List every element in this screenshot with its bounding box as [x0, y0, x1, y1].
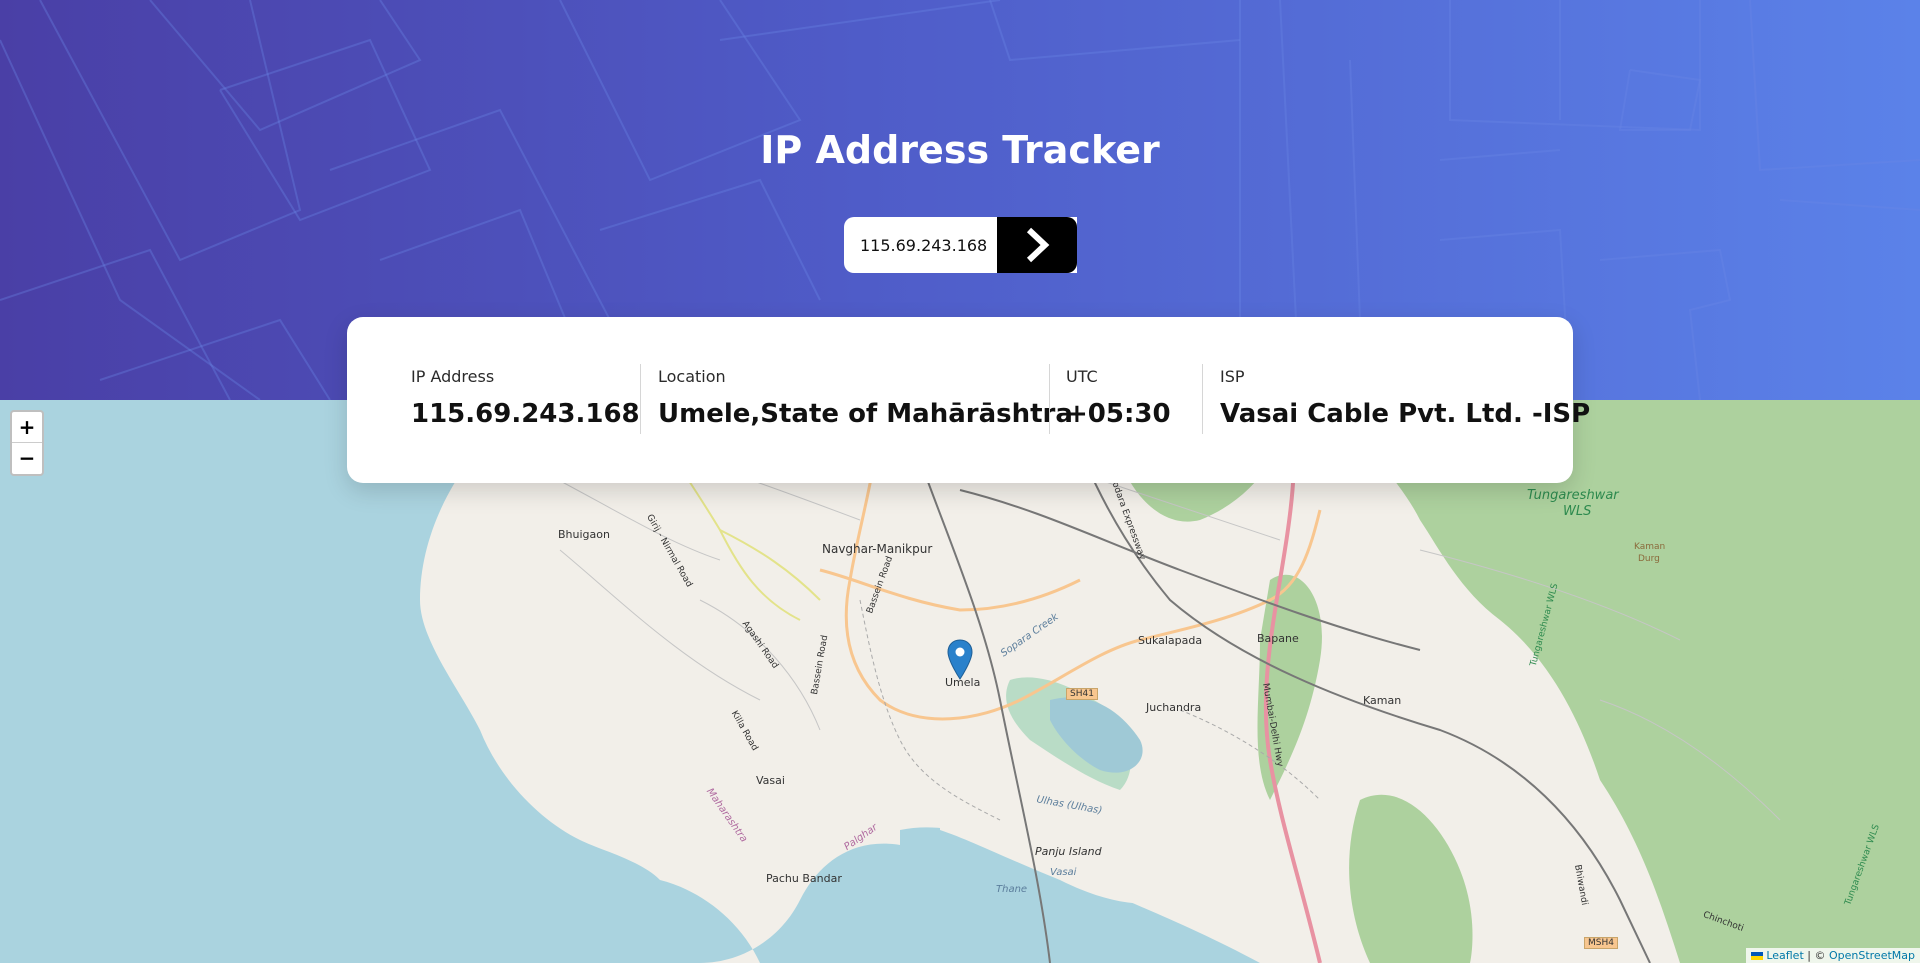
location-marker[interactable]	[947, 639, 973, 684]
map-label-wls: WLS	[1563, 504, 1592, 519]
leaflet-link[interactable]: Leaflet	[1766, 949, 1803, 962]
ukraine-flag-icon	[1750, 952, 1763, 960]
page-title: IP Address Tracker	[760, 128, 1160, 172]
attribution-separator: | ©	[1803, 949, 1829, 962]
chevron-right-icon	[1026, 227, 1050, 263]
map-label-bhuigaon: Bhuigaon	[558, 528, 610, 541]
map-label-kaman: Kaman	[1363, 694, 1402, 707]
zoom-in-button[interactable]: +	[12, 412, 42, 443]
map-label-msh4: MSH4	[1584, 937, 1618, 949]
map-label-vasai-creek: Vasai	[1050, 867, 1077, 878]
divider	[1049, 364, 1050, 434]
location-value: Umele,State of Mahārāshtra	[658, 399, 1073, 429]
isp-value: Vasai Cable Pvt. Ltd. -ISP	[1220, 399, 1591, 429]
search-button[interactable]	[997, 217, 1077, 273]
map-label-sh41: SH41	[1066, 688, 1098, 700]
map-label-vasai: Vasai	[756, 774, 785, 787]
map-label-kaman-durg: Kaman	[1634, 542, 1666, 552]
map-pin-icon	[947, 639, 973, 680]
utc-label: UTC	[1066, 367, 1098, 386]
ip-address-label: IP Address	[411, 367, 495, 386]
map-label-bapane: Bapane	[1257, 632, 1299, 645]
map-label-tungareshwar: Tungareshwar	[1527, 488, 1619, 503]
osm-link[interactable]: OpenStreetMap	[1829, 949, 1915, 962]
map-label-pachu: Pachu Bandar	[766, 872, 842, 885]
map-label-juchandra: Juchandra	[1146, 701, 1202, 714]
utc-value: +05:30	[1066, 399, 1171, 429]
ip-info-card: IP Address 115.69.243.168 Location Umele…	[347, 317, 1590, 483]
map-label-navghar: Navghar-Manikpur	[822, 542, 933, 556]
map-label-panju: Panju Island	[1035, 845, 1102, 858]
divider	[640, 364, 641, 434]
location-label: Location	[658, 367, 726, 386]
ip-address-value: 115.69.243.168	[411, 399, 640, 429]
divider	[1202, 364, 1203, 434]
map-label-thane: Thane	[996, 884, 1028, 895]
map-attribution: Leaflet | © OpenStreetMap	[1745, 948, 1920, 963]
zoom-out-button[interactable]: −	[12, 443, 42, 473]
isp-label: ISP	[1220, 367, 1245, 386]
map-label-durg: Durg	[1638, 554, 1660, 564]
map-label-sukalapada: Sukalapada	[1138, 634, 1203, 647]
zoom-control: + −	[10, 410, 44, 476]
